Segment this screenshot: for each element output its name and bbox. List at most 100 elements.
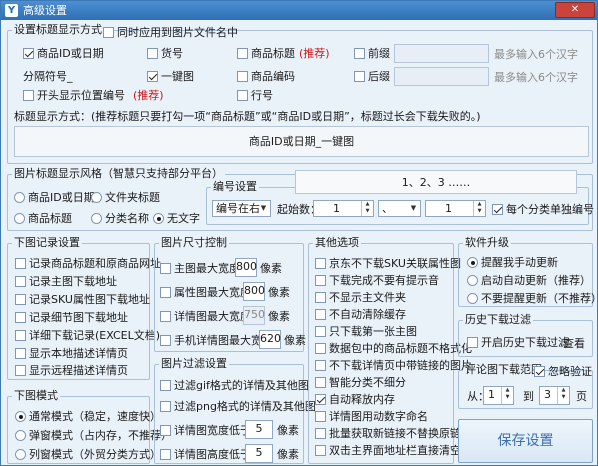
per-category-numbering-checkbox[interactable]: 每个分类单独编号	[492, 203, 594, 216]
radio-dot[interactable]	[15, 430, 26, 441]
checkbox-box[interactable]	[160, 380, 171, 391]
checkbox-box[interactable]	[160, 311, 171, 322]
checkbox-box[interactable]	[160, 449, 171, 460]
checkbox-box[interactable]	[315, 360, 326, 371]
view-history-link[interactable]: 查看	[563, 337, 585, 350]
start-number-input[interactable]: 1 ▲ ▼	[313, 200, 374, 217]
mobile-detail-max-width-input[interactable]: 620	[259, 330, 281, 349]
auto-update-radio[interactable]: 启动自动更新（推荐）	[467, 274, 591, 287]
checkbox-box[interactable]	[15, 294, 26, 305]
sync-filename-checkbox[interactable]: 同时应用到图片文件名中	[103, 26, 238, 39]
skip-linked-images-checkbox[interactable]: 不下载详情页中带链接的图片	[315, 359, 472, 372]
checkbox-box[interactable]	[315, 275, 326, 286]
show-position-code-checkbox[interactable]: 开头显示位置编号 (推荐)	[23, 89, 164, 102]
separator-value[interactable]: _	[67, 70, 73, 83]
checkbox-box[interactable]	[15, 330, 26, 341]
filter-png-checkbox[interactable]: 过滤png格式的详情及其他图	[160, 400, 316, 413]
radio-dot[interactable]	[15, 449, 26, 460]
detail-number-naming-checkbox[interactable]: 详情图用动数字命名	[315, 410, 428, 423]
show-remote-detail-page-checkbox[interactable]: 显示远程描述详情页	[15, 364, 128, 377]
checkbox-box[interactable]	[315, 292, 326, 303]
checkbox-box[interactable]	[467, 337, 478, 348]
style-product-title-radio[interactable]: 商品标题	[14, 212, 72, 225]
checkbox-box[interactable]	[15, 365, 26, 376]
product-title-checkbox[interactable]: 商品标题 (推荐)	[237, 47, 330, 60]
record-sku-image-url-checkbox[interactable]: 记录SKU属性图下载地址	[15, 293, 150, 306]
checkbox-box[interactable]	[354, 71, 365, 82]
no-auto-clear-cache-checkbox[interactable]: 不自动清除缓存	[315, 308, 406, 321]
chevron-down-icon[interactable]: ▼	[408, 202, 419, 215]
checkbox-box[interactable]	[15, 348, 26, 359]
radio-dot[interactable]	[91, 192, 102, 203]
ignore-verify-checkbox[interactable]: 忽略验证	[534, 365, 592, 378]
prefix-checkbox[interactable]: 前缀	[354, 47, 390, 60]
list-window-mode-radio[interactable]: 列窗模式（外贸分类方式）	[15, 448, 161, 461]
row-no-checkbox[interactable]: 行号	[237, 89, 273, 102]
radio-dot[interactable]	[153, 213, 164, 224]
detail-image-max-width-input[interactable]: 750	[243, 306, 265, 325]
auto-release-memory-checkbox[interactable]: 自动释放内存	[315, 393, 395, 406]
close-button[interactable]: ✕	[555, 2, 595, 18]
one-key-download-checkbox[interactable]: 一键图	[147, 70, 194, 83]
number-step-input[interactable]: 1 ▲ ▼	[425, 200, 486, 217]
checkbox-box[interactable]	[315, 377, 326, 388]
no-update-reminder-radio[interactable]: 不要提醒更新（不推荐）	[467, 292, 597, 305]
first-main-image-only-checkbox[interactable]: 只下载第一张主图	[315, 325, 417, 338]
checkbox-box[interactable]	[23, 90, 34, 101]
manual-update-radio[interactable]: 提醒我手动更新	[467, 256, 558, 269]
checkbox-box[interactable]	[315, 428, 326, 439]
radio-dot[interactable]	[91, 213, 102, 224]
radio-dot[interactable]	[467, 275, 478, 286]
number-position-select[interactable]: 编号在右 ▼	[212, 200, 271, 217]
checkbox-box[interactable]	[23, 48, 34, 59]
double-click-clear-checkbox[interactable]: 双击主界面地址栏直接清空	[315, 444, 461, 457]
no-finish-sound-checkbox[interactable]: 下载完成不要有提示音	[315, 274, 439, 287]
smart-category-no-split-checkbox[interactable]: 智能分类不细分	[315, 376, 406, 389]
record-title-url-checkbox[interactable]: 记录商品标题和原商品网址	[15, 257, 161, 270]
style-product-id-date-radio[interactable]: 商品ID或日期	[14, 191, 95, 204]
checkbox-box[interactable]	[237, 71, 248, 82]
spinner-icon[interactable]: ▲ ▼	[501, 387, 513, 404]
suffix-checkbox[interactable]: 后缀	[354, 70, 390, 83]
checkbox-box[interactable]	[160, 263, 171, 274]
spinner-icon[interactable]: ▲ ▼	[361, 201, 373, 216]
attr-image-max-width-input[interactable]: 800	[243, 282, 265, 301]
style-no-text-radio[interactable]: 无文字	[153, 212, 200, 225]
chevron-down-icon[interactable]: ▼	[258, 202, 269, 215]
checkbox-box[interactable]	[15, 258, 26, 269]
to-page-input[interactable]: 3 ▲ ▼	[539, 386, 570, 405]
hide-main-folder-checkbox[interactable]: 不显示主文件夹	[315, 291, 406, 304]
popup-mode-radio[interactable]: 弹窗模式（占内存，不推荐）	[15, 429, 172, 442]
checkbox-box[interactable]	[15, 312, 26, 323]
record-detail-image-url-checkbox[interactable]: 记录细节图下载地址	[15, 311, 128, 324]
checkbox-box[interactable]	[160, 401, 171, 412]
save-settings-button[interactable]: 保存设置	[458, 419, 593, 463]
radio-dot[interactable]	[14, 213, 25, 224]
checkbox-box[interactable]	[534, 366, 545, 377]
checkbox-box[interactable]	[492, 204, 503, 215]
radio-dot[interactable]	[467, 257, 478, 268]
prefix-input[interactable]	[394, 44, 489, 63]
filter-gif-checkbox[interactable]: 过滤gif格式的详情及其他图	[160, 379, 309, 392]
checkbox-box[interactable]	[160, 287, 171, 298]
item-no-checkbox[interactable]: 货号	[147, 47, 183, 60]
detailed-record-excel-checkbox[interactable]: 详细下载记录(EXCEL文档)	[15, 329, 160, 342]
checkbox-box[interactable]	[237, 90, 248, 101]
main-image-max-width-input[interactable]: 800	[235, 258, 257, 277]
jd-skip-sku-checkbox[interactable]: 京东不下载SKU关联属性图	[315, 257, 461, 270]
checkbox-box[interactable]	[15, 276, 26, 287]
checkbox-box[interactable]	[160, 335, 171, 346]
style-folder-title-radio[interactable]: 文件夹标题	[91, 191, 160, 204]
checkbox-box[interactable]	[315, 309, 326, 320]
radio-dot[interactable]	[467, 293, 478, 304]
number-separator-select[interactable]: 、 ▼	[378, 200, 421, 217]
checkbox-box[interactable]	[237, 48, 248, 59]
suffix-input[interactable]	[394, 67, 489, 86]
from-page-input[interactable]: 1 ▲ ▼	[483, 386, 514, 405]
detail-min-height-input[interactable]: 5	[245, 444, 273, 463]
checkbox-box[interactable]	[315, 326, 326, 337]
checkbox-box[interactable]	[315, 258, 326, 269]
checkbox-box[interactable]	[147, 48, 158, 59]
checkbox-box[interactable]	[147, 71, 158, 82]
detail-min-width-input[interactable]: 5	[245, 420, 273, 439]
